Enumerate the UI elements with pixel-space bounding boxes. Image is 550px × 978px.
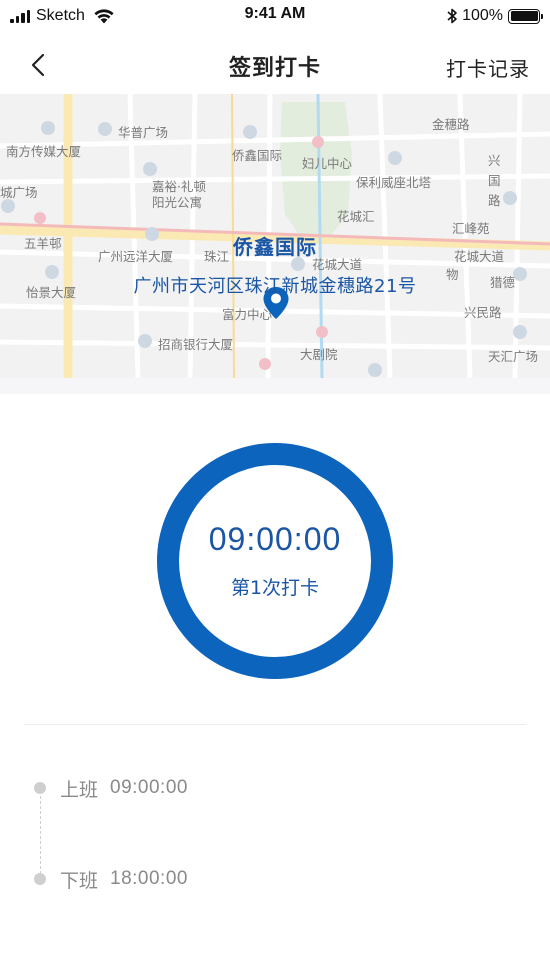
location-name: 侨鑫国际 bbox=[233, 235, 317, 259]
location-address: 广州市天河区珠江新城金穗路21号 bbox=[133, 276, 417, 297]
schedule-item-start: 上班 09:00:00 bbox=[34, 776, 188, 801]
battery-icon bbox=[508, 8, 543, 24]
map-label: 招商银行大厦 bbox=[158, 337, 234, 352]
map-label: 路 bbox=[488, 193, 501, 208]
divider bbox=[24, 724, 526, 725]
status-bar: Sketch 9:41 AM 100% bbox=[0, 0, 550, 34]
map-label: 保利威座北塔 bbox=[356, 175, 432, 190]
map-label: 兴 bbox=[488, 153, 501, 168]
schedule-item-end: 下班 18:00:00 bbox=[34, 867, 188, 892]
timeline-dot bbox=[34, 873, 46, 885]
map-label: 南方传媒大厦 bbox=[6, 144, 82, 159]
battery-percentage: 100% bbox=[462, 7, 503, 24]
nav-bar: 签到打卡 打卡记录 bbox=[0, 34, 550, 94]
map-label: 国 bbox=[488, 173, 501, 188]
map-label: 花城汇 bbox=[337, 209, 375, 224]
back-chevron-icon[interactable] bbox=[28, 52, 50, 78]
map-label: 妇儿中心 bbox=[302, 156, 353, 171]
map-label: 大剧院 bbox=[300, 347, 338, 362]
map-label: 兴民路 bbox=[464, 305, 502, 320]
map-label: 城广场 bbox=[0, 185, 38, 200]
clock-time: 09:00:00 bbox=[208, 521, 342, 557]
map-label: 金穗路 bbox=[432, 117, 470, 132]
map-view[interactable]: 华普广场 金穗路 南方传媒大厦 侨鑫国际 妇儿中心 兴 国 路 保利威座北塔 城… bbox=[0, 94, 550, 378]
schedule-time: 18:00:00 bbox=[110, 868, 188, 889]
map-label: 华普广场 bbox=[118, 125, 169, 140]
schedule-label: 下班 bbox=[60, 869, 99, 892]
schedule-time: 09:00:00 bbox=[110, 777, 188, 798]
check-in-card: 09:00:00 第1次打卡 上班 09:00:00 下班 18:00:00 bbox=[0, 394, 550, 978]
check-in-button[interactable]: 09:00:00 第1次打卡 bbox=[157, 443, 393, 679]
timeline-connector bbox=[40, 796, 41, 874]
check-in-count: 第1次打卡 bbox=[230, 577, 320, 599]
bluetooth-icon bbox=[447, 8, 457, 24]
map-label: 阳光公寓 bbox=[152, 195, 203, 210]
schedule-label: 上班 bbox=[60, 778, 99, 801]
map-label: 天汇广场 bbox=[488, 349, 539, 364]
status-right: 100% bbox=[446, 6, 543, 26]
timeline-dot bbox=[34, 782, 46, 794]
map-label: 侨鑫国际 bbox=[232, 148, 283, 163]
check-in-record-link[interactable]: 打卡记录 bbox=[446, 53, 530, 82]
